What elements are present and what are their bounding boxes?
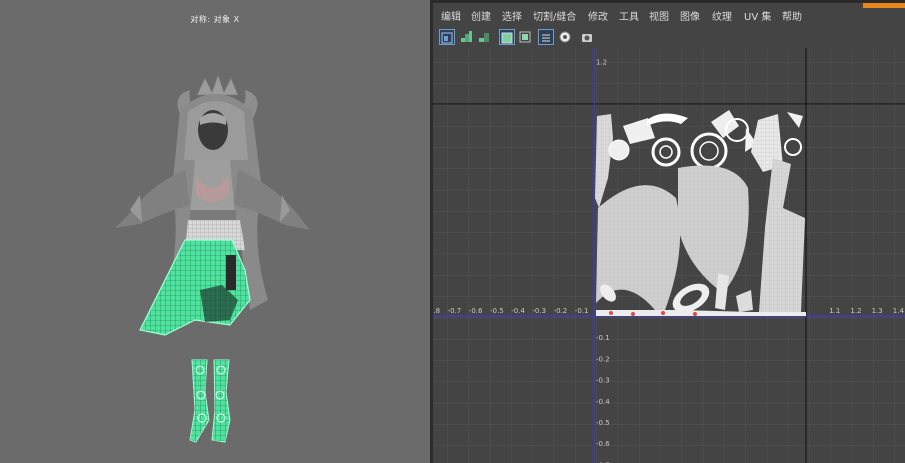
uv-tick-label: 1.1 xyxy=(829,307,840,315)
uv-shell-icon[interactable] xyxy=(439,29,455,45)
uv-tick-label: -0.5 xyxy=(596,419,610,427)
uv-tick-label: -0.2 xyxy=(554,307,568,315)
snapshot-icon[interactable] xyxy=(579,29,595,45)
menu-create[interactable]: 创建 xyxy=(471,8,491,23)
uv-tick-label: -0.4 xyxy=(511,307,525,315)
uv-canvas[interactable]: -0.8 -0.7 -0.6 -0.5 -0.4 -0.3 -0.2 -0.1 1.1 1.2 1.… xyxy=(433,48,905,463)
3d-viewport[interactable]: 对称: 对象 X xyxy=(0,0,430,463)
menu-select[interactable]: 选择 xyxy=(502,8,522,23)
frame-icon[interactable] xyxy=(517,29,533,45)
menu-help[interactable]: 帮助 xyxy=(782,8,802,23)
shaded-icon[interactable] xyxy=(476,29,492,45)
uv-tick-label: 1.2 xyxy=(596,59,607,67)
active-tab-indicator xyxy=(863,3,905,8)
selected-boots-mesh[interactable] xyxy=(189,359,231,443)
sphere-icon[interactable] xyxy=(557,29,573,45)
character-model[interactable] xyxy=(0,0,430,463)
menu-uv-set[interactable]: UV 集 xyxy=(744,8,771,23)
uv-tick-label: -0.3 xyxy=(596,377,610,385)
menu-modify[interactable]: 修改 xyxy=(588,8,608,23)
uv-tick-label: -0.7 xyxy=(448,307,462,315)
menu-edit[interactable]: 编辑 xyxy=(441,8,461,23)
uv-tick-label: -0.4 xyxy=(596,398,610,406)
uv-toolbar xyxy=(433,26,905,48)
menu-texture[interactable]: 纹理 xyxy=(712,8,732,23)
uv-tick-label: -0.1 xyxy=(596,334,610,342)
uv-tick-label: -0.5 xyxy=(490,307,504,315)
uv-tick-label: -0.8 xyxy=(433,307,440,315)
uv-tick-label: 1.2 xyxy=(850,307,861,315)
grid-icon[interactable] xyxy=(499,29,515,45)
checker-icon[interactable] xyxy=(458,29,474,45)
uv-editor-panel: 编辑 创建 选择 切割/缝合 修改 工具 视图 图像 纹理 UV 集 帮助 .8… xyxy=(433,0,905,463)
menu-view[interactable]: 视图 xyxy=(649,8,669,23)
uv-tick-label: -0.6 xyxy=(469,307,483,315)
uv-tick-label: -0.2 xyxy=(596,355,610,363)
uv-list-icon[interactable] xyxy=(538,29,554,45)
menu-tools[interactable]: 工具 xyxy=(619,8,639,23)
uv-tick-label: -0.3 xyxy=(532,307,546,315)
uv-menubar: 编辑 创建 选择 切割/缝合 修改 工具 视图 图像 纹理 UV 集 帮助 xyxy=(433,0,905,26)
uv-tick-label: -0.6 xyxy=(596,440,610,448)
uv-tick-label: 1.4 xyxy=(893,307,905,315)
menu-image[interactable]: 图像 xyxy=(680,8,700,23)
uv-tick-label: 1.3 xyxy=(872,307,883,315)
menu-cut-sew[interactable]: 切割/缝合 xyxy=(533,8,576,23)
uv-tick-label: -0.1 xyxy=(575,307,589,315)
